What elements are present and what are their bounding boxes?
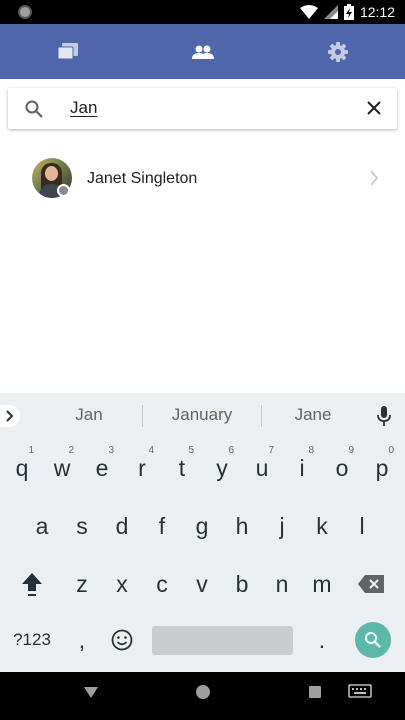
key-h[interactable]: h [222,497,262,555]
comma-key[interactable]: , [62,611,102,669]
clear-search-icon[interactable] [365,99,383,117]
key-c[interactable]: c [142,555,182,613]
key-u[interactable]: u7 [242,439,282,497]
key-label: y [216,454,228,481]
expand-suggestions-button[interactable] [0,405,20,427]
key-hint: 4 [148,445,154,456]
key-d[interactable]: d [102,497,142,555]
key-v[interactable]: v [182,555,222,613]
key-label: w [53,454,71,481]
shift-key[interactable] [12,555,52,613]
key-w[interactable]: w2 [42,439,82,497]
emoji-key[interactable] [102,611,142,669]
key-hint: 9 [348,445,354,456]
keyboard-switch-icon[interactable] [348,684,372,700]
app-bar [0,24,405,79]
key-hint: 0 [388,445,394,456]
contact-name: Janet Singleton [87,170,198,187]
back-icon[interactable] [83,684,99,700]
key-label: o [335,454,349,481]
key-t[interactable]: t5 [162,439,202,497]
chevron-right-icon [6,410,14,422]
key-s[interactable]: s [62,497,102,555]
suggestion-1[interactable]: Jan [46,405,132,425]
emoji-icon [111,629,133,651]
keyboard-row-3: zxcvbnm [0,555,405,613]
tab-settings[interactable] [270,24,405,79]
suggestion-2[interactable]: January [152,405,252,425]
system-nav-bar [0,672,405,720]
clock: 12:12 [359,4,395,20]
contact-list-item[interactable]: Janet Singleton [0,150,405,210]
suggestion-strip: Jan January Jane [0,393,405,439]
key-j[interactable]: j [262,497,302,555]
key-a[interactable]: a [22,497,62,555]
key-l[interactable]: l [342,497,382,555]
suggestion-3[interactable]: Jane [270,405,356,425]
tab-contacts[interactable] [135,24,270,79]
key-label: e [95,454,109,481]
keyboard: Jan January Jane q1w2e3r4t5y6u7i8o9p0 as… [0,393,405,672]
key-x[interactable]: x [102,555,142,613]
key-label: p [375,454,389,481]
period-key[interactable]: . [302,611,342,669]
key-n[interactable]: n [262,555,302,613]
key-hint: 8 [308,445,314,456]
key-hint: 7 [268,445,274,456]
key-hint: 1 [28,445,34,456]
shift-icon [22,573,42,596]
key-label: r [138,454,146,481]
presence-indicator [57,184,70,197]
keyboard-row-1: q1w2e3r4t5y6u7i8o9p0 [0,439,405,497]
microphone-icon[interactable] [376,405,392,427]
key-k[interactable]: k [302,497,342,555]
symbols-key[interactable]: ?123 [8,611,56,669]
key-label: t [178,454,186,481]
search-icon [365,632,381,648]
key-label: q [15,454,29,481]
signal-icon [323,5,338,19]
home-icon[interactable] [195,684,211,700]
key-f[interactable]: f [142,497,182,555]
key-hint: 3 [108,445,114,456]
key-m[interactable]: m [302,555,342,613]
gear-icon [327,41,348,62]
search-icon [25,100,43,118]
key-i[interactable]: i8 [282,439,322,497]
battery-charging-icon [343,4,354,20]
search-bar: Jan [8,88,397,129]
keyboard-row-2: asdfghjkl [0,497,405,555]
key-r[interactable]: r4 [122,439,162,497]
recents-icon[interactable] [307,684,323,700]
space-key[interactable] [152,626,293,655]
backspace-key[interactable] [351,555,391,613]
key-p[interactable]: p0 [362,439,402,497]
status-bar: 12:12 [0,0,405,24]
people-icon [191,45,214,59]
key-label: u [255,454,269,481]
chevron-right-icon [370,170,379,186]
key-e[interactable]: e3 [82,439,122,497]
key-hint: 6 [228,445,234,456]
search-action-key[interactable] [355,622,391,658]
search-input[interactable]: Jan [70,98,97,118]
notification-icon [18,5,32,19]
key-q[interactable]: q1 [2,439,42,497]
conversations-icon [57,42,78,59]
status-icons: 12:12 [299,0,395,24]
key-hint: 5 [188,445,194,456]
key-b[interactable]: b [222,555,262,613]
key-g[interactable]: g [182,497,222,555]
key-z[interactable]: z [62,555,102,613]
key-hint: 2 [68,445,74,456]
key-y[interactable]: y6 [202,439,242,497]
backspace-icon [358,575,384,593]
wifi-icon [299,5,318,19]
key-o[interactable]: o9 [322,439,362,497]
key-label: i [299,454,305,481]
tab-conversations[interactable] [0,24,135,79]
